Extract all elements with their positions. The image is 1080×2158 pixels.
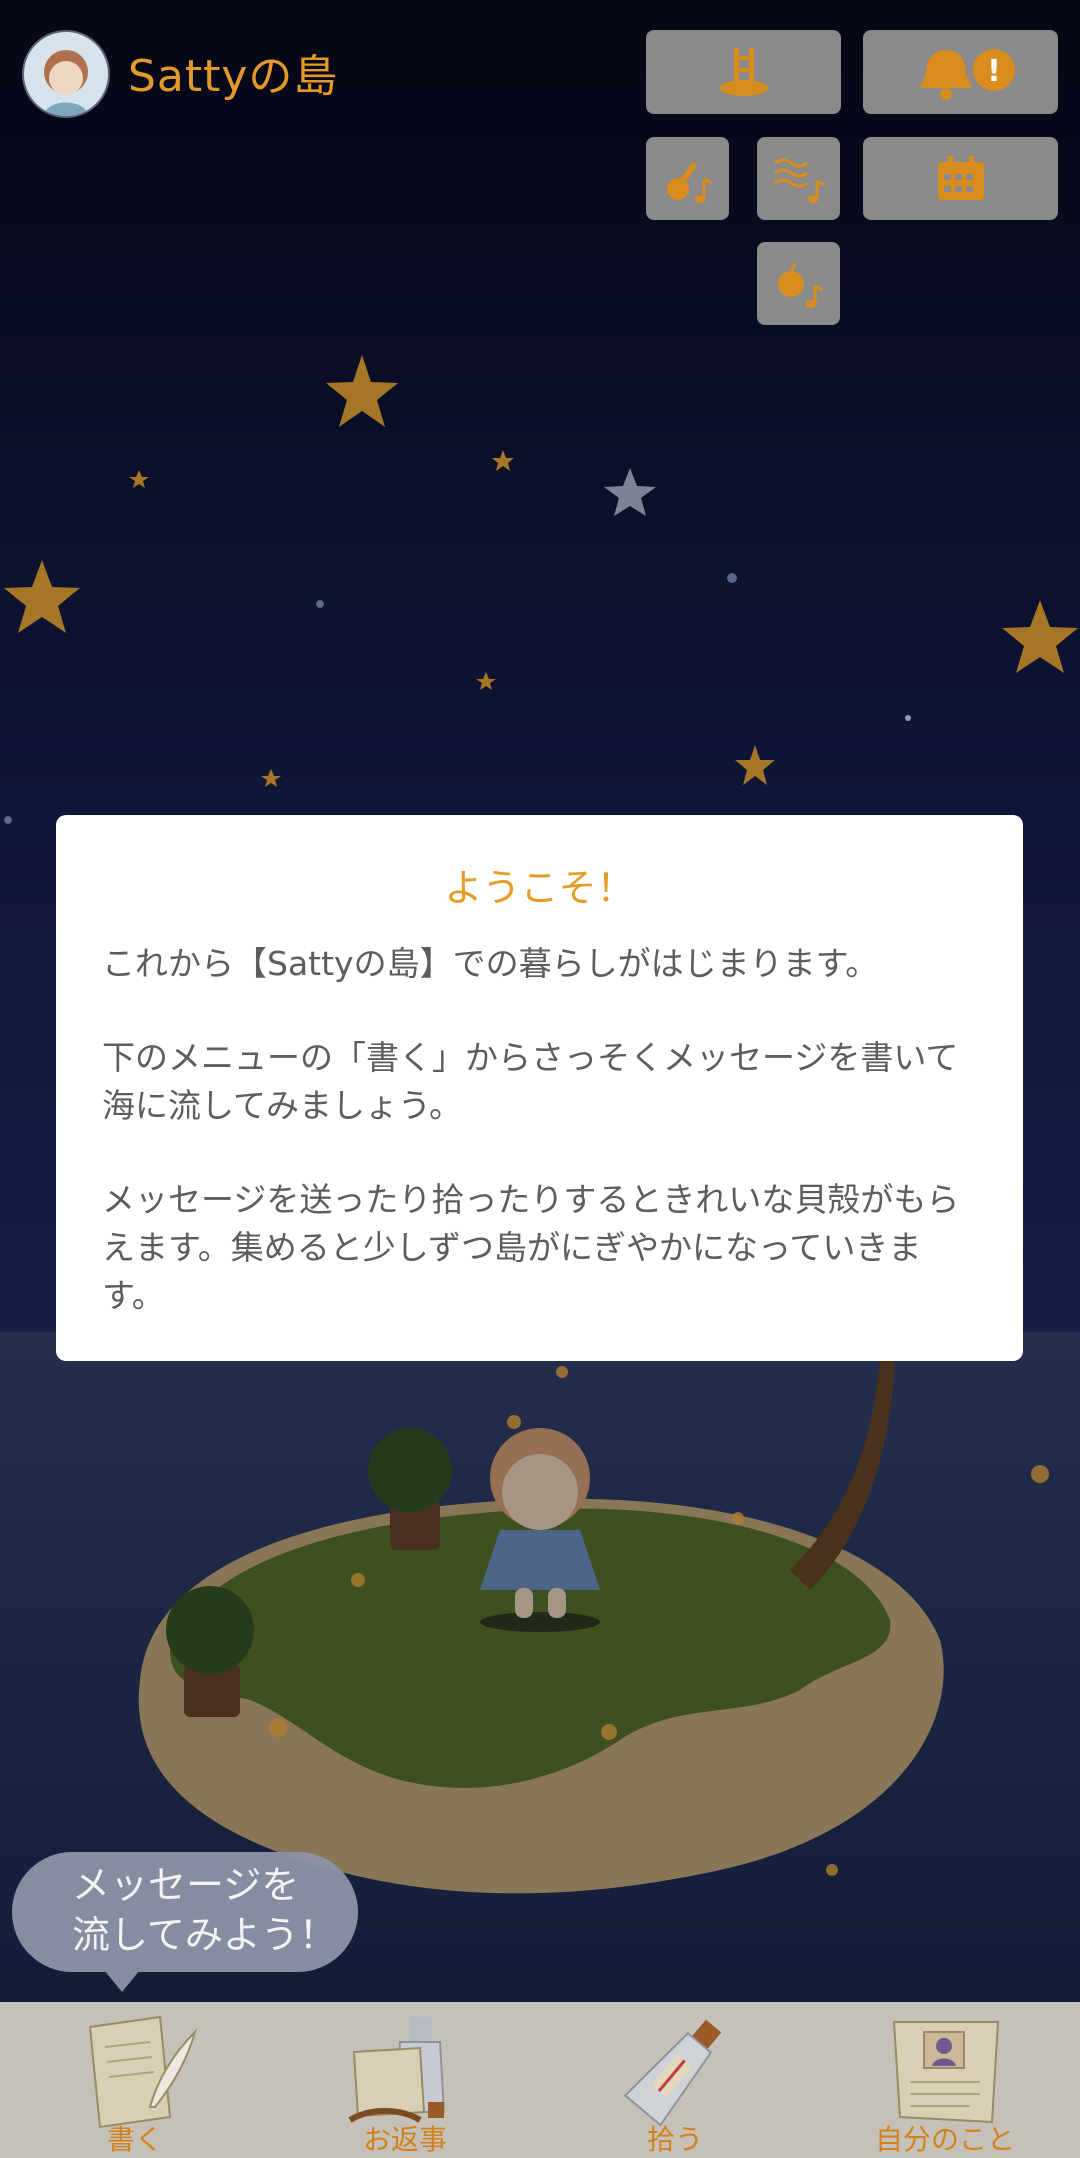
- bell-icon: !: [919, 49, 1015, 100]
- fruit-music-button[interactable]: [757, 242, 840, 325]
- nav-label: お返事: [362, 2123, 447, 2156]
- avatar-icon: [44, 50, 88, 116]
- nav-label: 拾う: [646, 2123, 703, 2156]
- dialog-paragraph: これから【Sattyの島】での暮らしがはじまります。: [102, 944, 879, 983]
- calendar-button[interactable]: [863, 137, 1058, 220]
- nav-label: 自分のこと: [874, 2123, 1015, 2156]
- hint-text: メッセージを 流してみよう！: [72, 1860, 337, 1960]
- bottle-letter-icon: [348, 2017, 446, 2123]
- avatar[interactable]: [22, 30, 110, 118]
- nav-reply[interactable]: お返事: [270, 2002, 540, 2158]
- guitar-music-button[interactable]: [646, 137, 729, 220]
- bottom-nav: 書く お返事 拾う 自分のこと: [0, 2002, 1080, 2158]
- notification-button[interactable]: !: [863, 30, 1058, 114]
- message-bottle-icon: [623, 2019, 722, 2127]
- dialog-title: ようこそ！: [444, 866, 635, 910]
- fruit-music-icon: [777, 262, 824, 308]
- nav-profile[interactable]: 自分のこと: [810, 2002, 1080, 2158]
- waves-music-icon: [773, 158, 826, 203]
- waves-music-button[interactable]: [757, 137, 840, 220]
- profile-paper-icon: [892, 2021, 1000, 2124]
- dialog-paragraph: メッセージを送ったり拾ったりするときれいな貝殻がもらえます。集めると少しずつ島が…: [102, 1180, 960, 1315]
- guitar-music-icon: [666, 161, 713, 203]
- hint-line: 流してみよう！: [72, 1913, 337, 1957]
- letter-quill-icon: [88, 2015, 197, 2129]
- ladder-icon: [719, 48, 768, 96]
- nav-write[interactable]: 書く: [0, 2002, 270, 2158]
- page-title: Sattyの島: [128, 51, 339, 102]
- welcome-dialog[interactable]: ようこそ！ これから【Sattyの島】での暮らしがはじまります。 下のメニューの…: [56, 815, 1023, 1361]
- hint-bubble: メッセージを 流してみよう！: [12, 1852, 358, 1992]
- calendar-icon: [937, 155, 984, 200]
- nav-pickup[interactable]: 拾う: [540, 2002, 810, 2158]
- dialog-paragraph: 下のメニューの「書く」からさっそくメッセージを書いて海に流してみましょう。: [102, 1038, 959, 1125]
- ladder-button[interactable]: [646, 30, 841, 114]
- nav-label: 書く: [106, 2123, 163, 2156]
- svg-text:!: !: [987, 54, 1001, 89]
- dialog-body: これから【Sattyの島】での暮らしがはじまります。 下のメニューの「書く」から…: [102, 940, 983, 1366]
- hint-line: メッセージを: [72, 1863, 300, 1907]
